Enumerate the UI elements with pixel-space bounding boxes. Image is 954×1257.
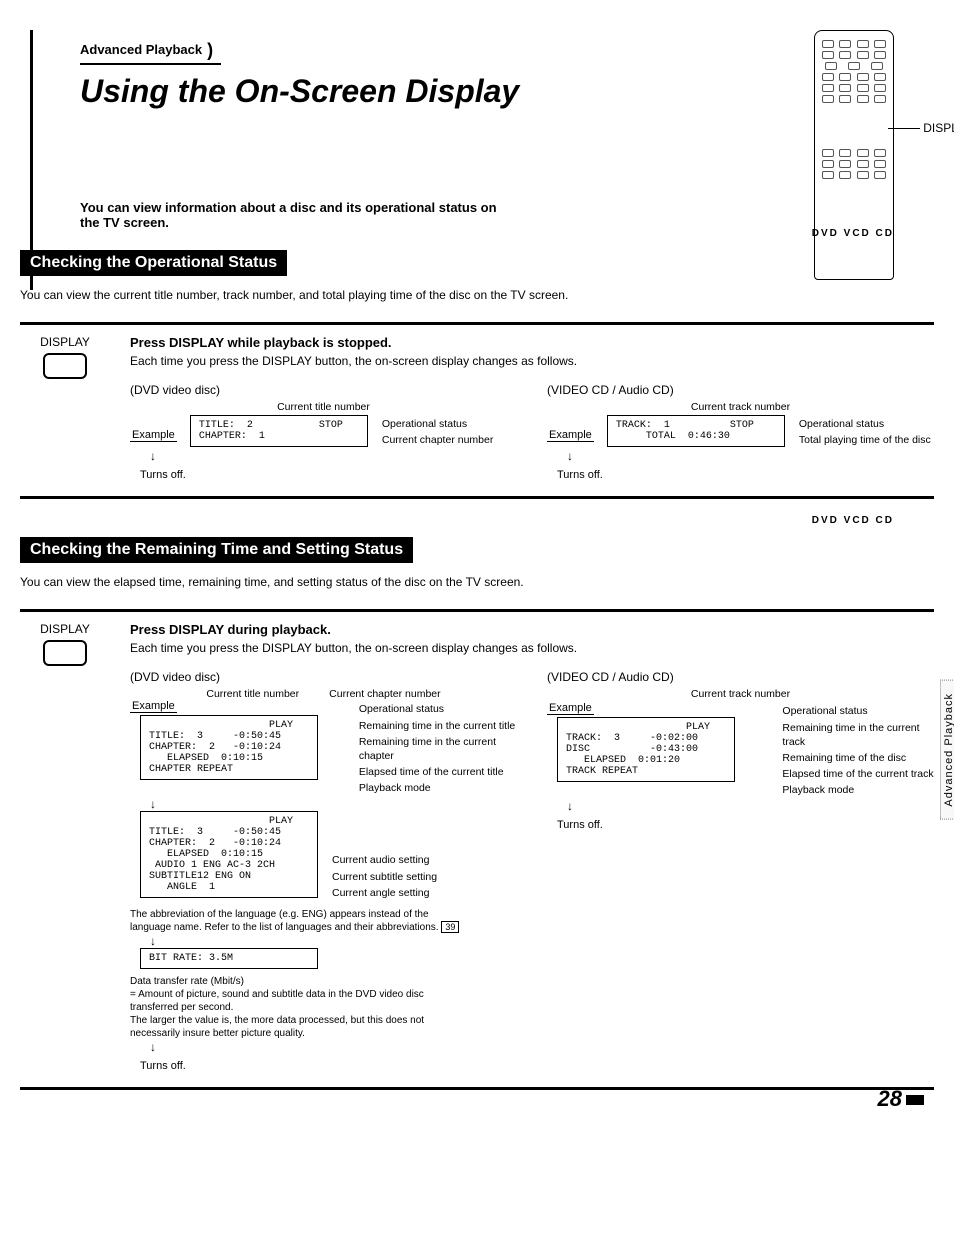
sec2-bitrate-note: Data transfer rate (Mbit/s) = Amount of … [130,975,470,1040]
intro-text: You can view information about a disc an… [80,200,500,230]
sec2-vcd-c-3: Elapsed time of the current track [782,767,934,781]
display-button-icon [43,353,87,379]
sec1-dvd-turnsoff: Turns off. [140,469,517,481]
arrow-down-icon: ↓ [150,449,517,463]
sec2-dvd-c2-0: Current audio setting [332,853,437,867]
sec2-vcd-headlabel: Current track number [547,688,934,700]
sec2-dvd-osd3: BIT RATE: 3.5M [140,948,318,969]
sec1-dvd-headlabel: Current title number [130,401,517,413]
sec1-dvd-example-label: Example [130,429,177,442]
display-button-label: DISPLAY [20,335,110,349]
section1-desc: You can view the current title number, t… [20,288,934,302]
sec1-dvd-disctype: (DVD video disc) [130,383,517,397]
sec2-dvd-c1-4: Playback mode [359,781,517,795]
sec2-instruction-sub: Each time you press the DISPLAY button, … [130,641,934,655]
sec2-instruction: Press DISPLAY during playback. [130,622,934,637]
sec1-vcd-co0: Operational status [799,417,931,431]
sec2-vcd-c-0: Operational status [782,704,934,718]
arrow-down-icon: ↓ [150,1040,517,1054]
sec1-dvd-co0: Operational status [382,417,493,431]
sec1-vcd-example-label: Example [547,429,594,442]
sec2-vcd-disctype: (VIDEO CD / Audio CD) [547,670,934,684]
section2-heading: Checking the Remaining Time and Setting … [20,537,413,563]
sec2-vcd-c-2: Remaining time of the disc [782,751,934,765]
sec2-lang-note: The abbreviation of the language (e.g. E… [130,909,439,933]
disc-badges: DVD VCD CD [812,228,894,239]
display-button-label: DISPLAY [20,622,110,636]
arrow-down-icon: ↓ [150,934,517,948]
sec2-dvd-c2-1: Current subtitle setting [332,870,437,884]
sec2-dvd-osd1: PLAY TITLE: 3 -0:50:45 CHAPTER: 2 -0:10:… [140,715,318,780]
sec2-dvd-c1-2: Remaining time in the current chapter [359,735,517,763]
sec2-dvd-disctype: (DVD video disc) [130,670,517,684]
sec1-instruction: Press DISPLAY while playback is stopped. [130,335,934,350]
page-number: 28 [878,1086,924,1112]
section1-heading: Checking the Operational Status [20,250,287,276]
sec1-vcd-co1: Total playing time of the disc [799,433,931,447]
sec2-dvd-c1-1: Remaining time in the current title [359,719,517,733]
sec1-vcd-osd: TRACK: 1 STOP TOTAL 0:46:30 [607,415,785,447]
sec2-dvd-c1-3: Elapsed time of the current title [359,765,517,779]
sec2-vcd-c-1: Remaining time in the current track [782,721,934,749]
section2-desc: You can view the elapsed time, remaining… [20,575,934,589]
sec2-dvd-c2-2: Current angle setting [332,886,437,900]
arrow-down-icon: ↓ [567,799,934,813]
sec2-dvd-hc2: Current chapter number [329,688,440,700]
sec2-vcd-example-label: Example [547,702,594,715]
sec1-vcd-disctype: (VIDEO CD / Audio CD) [547,383,934,397]
side-tab: Advanced Playback [940,680,954,820]
disc-badges: DVD VCD CD [812,515,894,526]
display-button-icon [43,640,87,666]
sec2-dvd-turnsoff: Turns off. [140,1060,517,1072]
sec2-vcd-turnsoff: Turns off. [557,819,934,831]
arrow-down-icon: ↓ [150,797,517,811]
sec2-dvd-osd2: PLAY TITLE: 3 -0:50:45 CHAPTER: 2 -0:10:… [140,811,318,898]
sec1-instruction-sub: Each time you press the DISPLAY button, … [130,354,934,368]
sec2-vcd-osd: PLAY TRACK: 3 -0:02:00 DISC -0:43:00 ELA… [557,717,735,782]
sec2-vcd-c-4: Playback mode [782,783,934,797]
sec1-dvd-co1: Current chapter number [382,433,493,447]
remote-display-callout: DISPLAY [923,121,954,135]
page-title: Using the On-Screen Display [80,73,934,110]
page-ref: 39 [441,921,459,933]
sec1-vcd-turnsoff: Turns off. [557,469,934,481]
sec1-vcd-headlabel: Current track number [547,401,934,413]
section-tag: Advanced Playback [80,40,221,65]
sec2-dvd-hc1: Current title number [206,688,299,700]
arrow-down-icon: ↓ [567,449,934,463]
sec2-dvd-example-label: Example [130,700,177,713]
sec2-dvd-c1-0: Operational status [359,702,517,716]
sec1-dvd-osd: TITLE: 2 STOP CHAPTER: 1 [190,415,368,447]
